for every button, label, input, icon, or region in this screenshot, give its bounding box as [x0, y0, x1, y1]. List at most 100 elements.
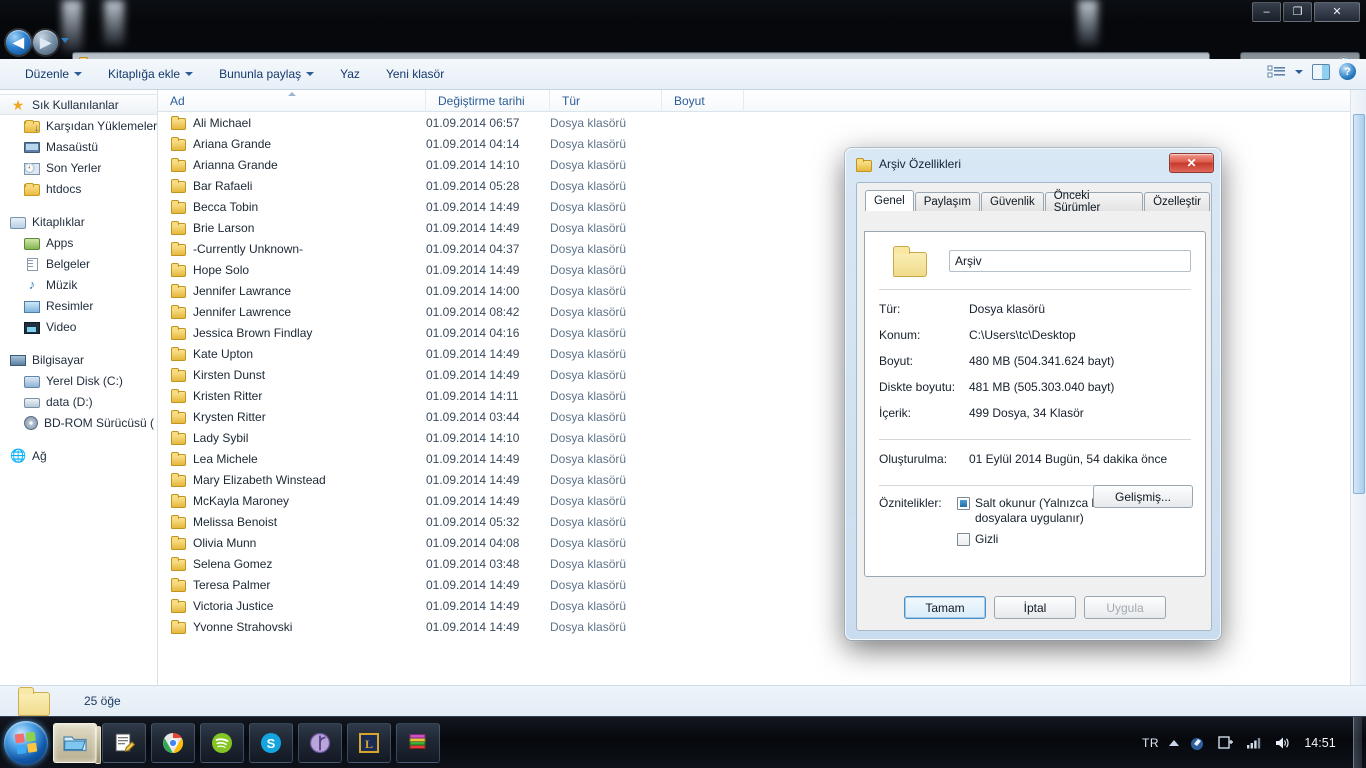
column-label: Değiştirme tarihi	[438, 94, 525, 108]
file-name-cell: Jessica Brown Findlay	[158, 325, 426, 341]
dialog-title: Arşiv Özellikleri	[879, 157, 961, 171]
dialog-titlebar[interactable]: Arşiv Özellikleri ✕	[846, 149, 1220, 179]
column-header-size[interactable]: Boyut	[662, 90, 744, 112]
scrollbar-thumb[interactable]	[1353, 114, 1365, 494]
toolbar-item-share-with[interactable]: Bununla paylaş	[208, 62, 325, 86]
minimize-button[interactable]: –	[1252, 2, 1281, 22]
help-icon[interactable]: ?	[1339, 63, 1356, 80]
language-indicator[interactable]: TR	[1142, 736, 1159, 750]
taskbar-button-library[interactable]	[396, 723, 440, 763]
tab-previous-versions[interactable]: Önceki Sürümler	[1045, 192, 1143, 211]
property-value: 01 Eylül 2014 Bugün, 54 dakika önce	[969, 452, 1167, 466]
network-signal-icon[interactable]	[1245, 735, 1263, 751]
file-name-cell: Bar Rafaeli	[158, 178, 426, 194]
show-hidden-icons-button[interactable]	[1169, 740, 1179, 746]
file-type-cell: Dosya klasörü	[550, 452, 662, 466]
clock[interactable]: 14:51	[1301, 736, 1339, 750]
file-name: Becca Tobin	[193, 200, 258, 214]
taskbar-button-chrome[interactable]	[151, 723, 195, 763]
advanced-button-label: Gelişmiş...	[1115, 490, 1171, 504]
sidebar-item-pictures[interactable]: Resimler	[0, 295, 157, 316]
toolbar-item-new-folder[interactable]: Yeni klasör	[375, 62, 455, 86]
toolbar-item-add-to-library[interactable]: Kitaplığa ekle	[97, 62, 204, 86]
file-modified-cell: 01.09.2014 14:49	[426, 494, 550, 508]
history-dropdown-icon[interactable]	[61, 38, 69, 43]
sidebar-item-music[interactable]: ♪ Müzik	[0, 274, 157, 295]
taskbar-button-skype[interactable]: S	[249, 723, 293, 763]
column-header-modified[interactable]: Değiştirme tarihi	[426, 90, 550, 112]
hidden-checkbox[interactable]	[957, 533, 970, 546]
file-name: Kristen Ritter	[193, 389, 262, 403]
view-options-icon[interactable]	[1267, 64, 1286, 80]
folder-icon	[170, 304, 186, 320]
file-name: Jessica Brown Findlay	[193, 326, 312, 340]
file-name: Mary Elizabeth Winstead	[193, 473, 326, 487]
folder-name-input[interactable]: Arşiv	[949, 250, 1191, 272]
window-titlebar[interactable]: – ❐ ✕	[0, 0, 1366, 26]
taskbar-button-spotify[interactable]	[200, 723, 244, 763]
taskbar-button-notepad[interactable]	[102, 723, 146, 763]
file-modified-cell: 01.09.2014 14:49	[426, 347, 550, 361]
tab-security[interactable]: Güvenlik	[981, 192, 1044, 211]
dialog-close-button[interactable]: ✕	[1169, 153, 1214, 173]
file-type-cell: Dosya klasörü	[550, 137, 662, 151]
show-desktop-button[interactable]	[1353, 717, 1362, 768]
file-name-cell: Kristen Ritter	[158, 388, 426, 404]
file-name: Arianna Grande	[193, 158, 278, 172]
file-name: Olivia Munn	[193, 536, 256, 550]
property-row-size: Boyut: 480 MB (504.341.624 bayt)	[865, 348, 1205, 374]
preview-pane-icon[interactable]	[1312, 64, 1330, 80]
volume-icon[interactable]	[1273, 735, 1291, 751]
sidebar-item-computer[interactable]: Bilgisayar	[0, 349, 157, 370]
sidebar-item-libraries[interactable]: Kitaplıklar	[0, 211, 157, 232]
file-name: Lady Sybil	[193, 431, 248, 445]
sidebar-item-downloads[interactable]: Karşıdan Yüklemeler	[0, 115, 157, 136]
forward-button[interactable]: ▶	[33, 30, 58, 55]
sidebar-item-recent-places[interactable]: Son Yerler	[0, 157, 157, 178]
readonly-checkbox[interactable]	[957, 497, 970, 510]
tab-customize[interactable]: Özelleştir	[1144, 192, 1210, 211]
column-header-type[interactable]: Tür	[550, 90, 662, 112]
minimize-icon: –	[1263, 7, 1269, 18]
taskbar-button-explorer[interactable]	[53, 723, 97, 763]
tab-general[interactable]: Genel	[865, 190, 914, 211]
sidebar-item-documents[interactable]: Belgeler	[0, 253, 157, 274]
maximize-button[interactable]: ❐	[1283, 2, 1312, 22]
taskbar-button-lol[interactable]: L	[347, 723, 391, 763]
file-list-scrollbar[interactable]	[1350, 90, 1366, 685]
tab-sharing[interactable]: Paylaşım	[915, 192, 980, 211]
taskbar-button-bittorrent[interactable]	[298, 723, 342, 763]
column-header-name[interactable]: Ad	[158, 90, 426, 112]
file-name-cell: Ariana Grande	[158, 136, 426, 152]
folder-icon	[170, 346, 186, 362]
toolbar-item-organize[interactable]: Düzenle	[14, 62, 93, 86]
local-disk-icon	[24, 376, 40, 388]
sidebar-item-video[interactable]: Video	[0, 316, 157, 337]
tray-app-icon[interactable]	[1189, 735, 1207, 751]
sidebar-item-htdocs[interactable]: htdocs	[0, 178, 157, 199]
close-button[interactable]: ✕	[1314, 2, 1360, 22]
cancel-button[interactable]: İptal	[994, 596, 1076, 619]
action-center-icon[interactable]	[1217, 735, 1235, 751]
start-button[interactable]	[4, 721, 48, 765]
sidebar-item-data-d[interactable]: data (D:)	[0, 391, 157, 412]
advanced-button[interactable]: Gelişmiş...	[1093, 485, 1193, 508]
chevron-down-icon[interactable]	[1295, 70, 1303, 74]
file-modified-cell: 01.09.2014 14:49	[426, 221, 550, 235]
table-row[interactable]: Ali Michael01.09.2014 06:57Dosya klasörü	[158, 112, 1366, 133]
sidebar-item-network[interactable]: 🌐 Ağ	[0, 445, 157, 466]
sidebar-item-desktop[interactable]: Masaüstü	[0, 136, 157, 157]
toolbar-item-burn[interactable]: Yaz	[329, 62, 371, 86]
sidebar-item-apps[interactable]: Apps	[0, 232, 157, 253]
file-name-cell: Yvonne Strahovski	[158, 619, 426, 635]
folder-icon	[170, 472, 186, 488]
file-name: Bar Rafaeli	[193, 179, 252, 193]
sidebar-item-bd-rom[interactable]: BD-ROM Sürücüsü (	[0, 412, 157, 433]
ok-button[interactable]: Tamam	[904, 596, 986, 619]
file-type-cell: Dosya klasörü	[550, 599, 662, 613]
sidebar-item-local-disk-c[interactable]: Yerel Disk (C:)	[0, 370, 157, 391]
sidebar-item-label: Belgeler	[46, 257, 90, 271]
back-button[interactable]: ◀	[6, 30, 31, 55]
folder-icon	[170, 535, 186, 551]
sidebar-item-favorites[interactable]: ★ Sık Kullanılanlar	[0, 94, 157, 115]
